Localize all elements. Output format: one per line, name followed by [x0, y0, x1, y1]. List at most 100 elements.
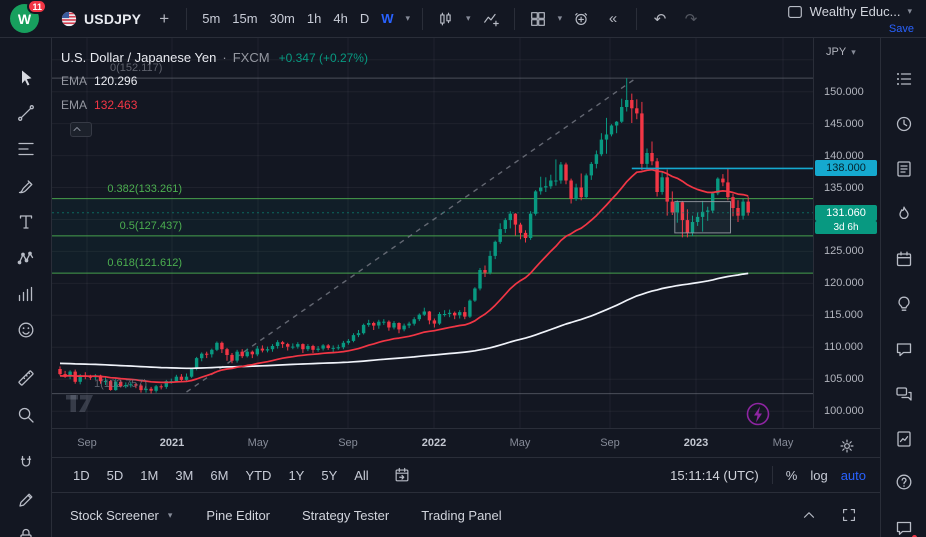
- bar-replay-icon[interactable]: «: [600, 6, 626, 32]
- percent-scale-button[interactable]: %: [786, 468, 798, 483]
- ruler-icon: [16, 368, 36, 393]
- time-tick: 2023: [684, 437, 708, 449]
- timeframe-4h[interactable]: 4h: [328, 8, 352, 29]
- panel-tab-label: Stock Screener: [70, 508, 159, 523]
- toolbar-divider: [636, 8, 637, 30]
- lock-tool-button[interactable]: [9, 523, 43, 537]
- range-3m-button[interactable]: 3M: [168, 465, 200, 486]
- add-symbol-button[interactable]: +: [152, 7, 176, 31]
- emoji-icon: [16, 320, 36, 345]
- magnet-tool-button[interactable]: [9, 450, 43, 480]
- panel-expand-icon[interactable]: [796, 502, 822, 528]
- markets-icon: [894, 429, 914, 454]
- drawing-toolbar: [0, 38, 52, 537]
- time-tick: May: [773, 437, 794, 449]
- time-axis[interactable]: Sep2021MaySep2022MaySep2023May: [52, 428, 880, 457]
- range-5y-button[interactable]: 5Y: [314, 465, 344, 486]
- range-5d-button[interactable]: 5D: [100, 465, 131, 486]
- pattern-tool-button[interactable]: [9, 245, 43, 275]
- text-tool-button[interactable]: [9, 209, 43, 239]
- messages-tool-button[interactable]: [887, 514, 921, 537]
- chart-canvas[interactable]: U.S. Dollar / Japanese Yen · FXCM +0.347…: [52, 38, 813, 428]
- layout-chevron-down-icon: ▾: [905, 7, 914, 17]
- brush-tool-button[interactable]: [9, 173, 43, 203]
- zoom-tool-button[interactable]: [9, 402, 43, 432]
- timeframe-W[interactable]: W: [376, 8, 398, 29]
- range-1m-button[interactable]: 1M: [133, 465, 165, 486]
- redo-icon[interactable]: ↷: [678, 6, 704, 32]
- layout-grid-chevron-down-icon[interactable]: ▾: [556, 13, 565, 24]
- range-all-button[interactable]: All: [347, 465, 375, 486]
- timeframe-1h[interactable]: 1h: [302, 8, 326, 29]
- price-tick: 150.000: [824, 86, 864, 98]
- unread-dot-badge: [910, 533, 919, 537]
- undo-icon[interactable]: ↶: [647, 6, 673, 32]
- community-icon: [894, 384, 914, 409]
- notification-badge: 11: [27, 0, 47, 14]
- timeframe-15m[interactable]: 15m: [227, 8, 262, 29]
- calendar-tool-button[interactable]: [887, 245, 921, 277]
- help-tool-button[interactable]: [887, 468, 921, 500]
- timeframe-30m[interactable]: 30m: [265, 8, 300, 29]
- range-ytd-button[interactable]: YTD: [238, 465, 278, 486]
- clock-utc[interactable]: 15:11:14 (UTC): [670, 468, 759, 483]
- hotlists-tool-button[interactable]: [887, 200, 921, 232]
- log-scale-button[interactable]: log: [810, 468, 827, 483]
- bottom-panel-tabs: Stock Screener ▾ Pine Editor Strategy Teste…: [70, 508, 502, 523]
- go-to-date-icon[interactable]: [389, 462, 415, 488]
- timeframe-chevron-down-icon[interactable]: ▾: [404, 13, 413, 24]
- chart-style-chevron-down-icon[interactable]: ▾: [464, 13, 473, 24]
- bar-countdown-tag: 3d 6h: [815, 221, 877, 234]
- chat-tool-button[interactable]: [887, 335, 921, 367]
- emoji-tool-button[interactable]: [9, 317, 43, 347]
- chart-style-icon[interactable]: [433, 6, 459, 32]
- timeframe-5m[interactable]: 5m: [197, 8, 225, 29]
- ideas-tool-button[interactable]: [887, 290, 921, 322]
- panel-tab-stock-screener[interactable]: Stock Screener ▾: [70, 508, 174, 523]
- date-range-group: 1D5D1M3M6MYTD1Y5YAll: [66, 465, 376, 486]
- range-1d-button[interactable]: 1D: [66, 465, 97, 486]
- watchlist-tool-button[interactable]: [887, 65, 921, 97]
- price-tick: 125.000: [824, 245, 864, 257]
- markets-tool-button[interactable]: [887, 425, 921, 457]
- symbol-search-button[interactable]: USDJPY: [54, 7, 147, 31]
- legend-collapse-button[interactable]: [70, 122, 92, 137]
- range-1y-button[interactable]: 1Y: [281, 465, 311, 486]
- news-tool-button[interactable]: [887, 155, 921, 187]
- user-logo[interactable]: W 11: [10, 4, 39, 33]
- panel-tab-pine-editor[interactable]: Pine Editor: [206, 508, 270, 523]
- forecast-tool-button[interactable]: [9, 281, 43, 311]
- save-button[interactable]: Save: [889, 23, 914, 35]
- panel-tab-trading-panel[interactable]: Trading Panel: [421, 508, 501, 523]
- hline-price-tag: 138.000: [815, 160, 877, 176]
- screener-chevron-down-icon: ▾: [166, 510, 175, 521]
- price-axis[interactable]: JPY ▾ 150.000145.000140.000135.000130.00…: [813, 38, 880, 428]
- toolbar-divider: [772, 466, 773, 484]
- indicators-icon[interactable]: [478, 6, 504, 32]
- alerts-tool-button[interactable]: [887, 110, 921, 142]
- layout-menu-button[interactable]: Wealthy Educ... ▾: [785, 2, 914, 22]
- panel-tab-label: Trading Panel: [421, 508, 501, 523]
- fib-retracement-tool-button[interactable]: [9, 136, 43, 166]
- cursor-tool-button[interactable]: [9, 65, 43, 95]
- timeframe-D[interactable]: D: [355, 8, 374, 29]
- time-tick: May: [510, 437, 531, 449]
- community-tool-button[interactable]: [887, 380, 921, 412]
- tradingview-watermark: [66, 395, 93, 412]
- auto-scale-button[interactable]: auto: [841, 468, 866, 483]
- news-icon: [894, 159, 914, 184]
- panel-tab-strategy-tester[interactable]: Strategy Tester: [302, 508, 389, 523]
- gear-icon[interactable]: [834, 433, 860, 459]
- price-tick: 135.000: [824, 182, 864, 194]
- draw-tool-button[interactable]: [9, 487, 43, 517]
- time-tick: Sep: [77, 437, 97, 449]
- trend-line-tool-button[interactable]: [9, 100, 43, 130]
- layout-grid-icon[interactable]: [525, 6, 551, 32]
- ruler-tool-button[interactable]: [9, 365, 43, 395]
- help-icon: [894, 472, 914, 497]
- fullscreen-icon[interactable]: [836, 502, 862, 528]
- range-6m-button[interactable]: 6M: [203, 465, 235, 486]
- create-alert-icon[interactable]: [569, 6, 595, 32]
- price-axis-currency[interactable]: JPY ▾: [826, 46, 858, 58]
- symbol-name: USDJPY: [84, 11, 141, 27]
